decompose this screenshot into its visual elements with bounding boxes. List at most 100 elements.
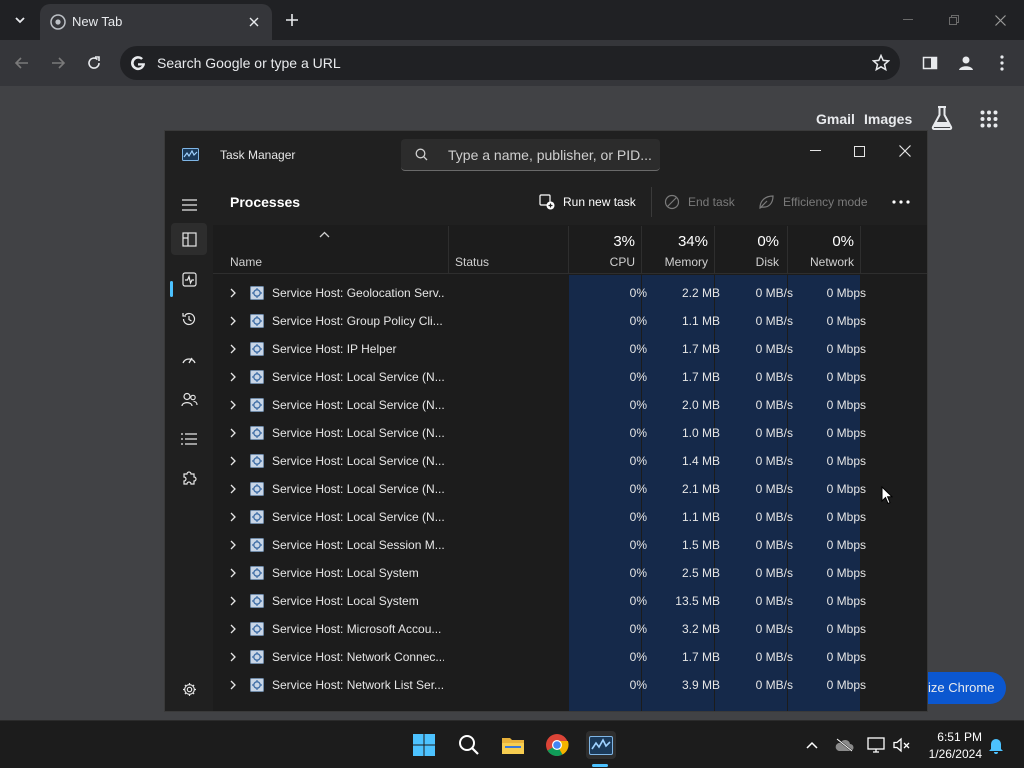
network-tray-button[interactable] <box>866 735 886 755</box>
omnibox[interactable]: Search Google or type a URL <box>120 46 900 80</box>
tab-new-tab[interactable]: New Tab <box>40 4 272 40</box>
process-name: Service Host: Group Policy Cli... <box>272 314 443 328</box>
clock-time[interactable]: 6:51 PM <box>930 730 982 744</box>
expand-chevron-icon[interactable] <box>230 596 236 606</box>
images-link[interactable]: Images <box>864 111 912 127</box>
column-header-disk[interactable]: 0% Disk <box>715 226 787 274</box>
process-memory: 1.1 MB <box>681 314 720 328</box>
end-task-button[interactable]: End task <box>664 190 735 214</box>
close-tab-icon[interactable] <box>244 12 264 32</box>
notifications-button[interactable] <box>986 735 1006 755</box>
task-manager-taskbar-button[interactable] <box>586 731 616 759</box>
bell-icon <box>989 738 1003 754</box>
expand-chevron-icon[interactable] <box>230 428 236 438</box>
taskbar-search-button[interactable] <box>455 731 483 759</box>
expand-chevron-icon[interactable] <box>230 540 236 550</box>
side-panel-button[interactable] <box>918 51 942 75</box>
back-button[interactable] <box>10 51 34 75</box>
nav-item-performance[interactable] <box>171 263 207 295</box>
restore-button[interactable] <box>942 8 966 32</box>
bookmark-star-icon[interactable] <box>872 54 890 72</box>
process-network: 0 Mbps <box>826 370 866 384</box>
column-header-name[interactable]: Name <box>213 226 448 274</box>
tab-search-button[interactable] <box>8 8 32 32</box>
table-row[interactable]: Service Host: Microsoft Accou... 0% 3.2 MB… <box>213 615 927 643</box>
service-host-icon <box>250 342 264 356</box>
nav-item-services[interactable] <box>171 463 207 495</box>
onedrive-tray-button[interactable] <box>834 735 854 755</box>
table-row[interactable]: Service Host: Local Service (N... 0% 1.0 M… <box>213 419 927 447</box>
process-memory: 1.4 MB <box>681 454 720 468</box>
tm-close-button[interactable] <box>889 137 921 165</box>
google-apps-icon[interactable] <box>980 110 998 128</box>
expand-chevron-icon[interactable] <box>230 456 236 466</box>
file-explorer-button[interactable] <box>499 731 527 759</box>
tm-maximize-button[interactable] <box>843 137 875 165</box>
table-row[interactable]: Service Host: Local Service (N... 0% 1.7 M… <box>213 363 927 391</box>
volume-tray-button[interactable] <box>892 735 912 755</box>
run-new-task-button[interactable]: Run new task <box>539 190 636 214</box>
chevron-up-icon <box>806 741 818 749</box>
expand-chevron-icon[interactable] <box>230 372 236 382</box>
task-manager-titlebar[interactable]: Task Manager Type a name, publisher, or … <box>165 131 927 179</box>
expand-chevron-icon[interactable] <box>230 400 236 410</box>
process-memory: 1.1 MB <box>681 510 720 524</box>
chrome-menu-button[interactable] <box>990 51 1014 75</box>
nav-item-details[interactable] <box>171 423 207 455</box>
expand-chevron-icon[interactable] <box>230 512 236 522</box>
table-row[interactable]: Service Host: Local Service (N... 0% 1.4 M… <box>213 447 927 475</box>
windows-logo-icon <box>413 734 435 756</box>
nav-item-processes[interactable] <box>171 223 207 255</box>
close-window-button[interactable] <box>988 8 1012 32</box>
tm-minimize-button[interactable] <box>799 137 831 165</box>
nav-item-settings[interactable] <box>171 673 207 705</box>
nav-item-app-history[interactable] <box>171 303 207 335</box>
process-name: Service Host: Network List Ser... <box>272 678 444 692</box>
more-options-button[interactable] <box>885 190 917 214</box>
expand-chevron-icon[interactable] <box>230 344 236 354</box>
chrome-taskbar-button[interactable] <box>543 731 571 759</box>
start-button[interactable] <box>410 731 438 759</box>
process-disk: 0 MB/s <box>755 454 793 468</box>
expand-chevron-icon[interactable] <box>230 316 236 326</box>
efficiency-mode-button[interactable]: Efficiency mode <box>758 190 868 214</box>
table-row[interactable]: Service Host: Group Policy Cli... 0% 1.1 M… <box>213 307 927 335</box>
table-row[interactable]: Service Host: IP Helper 0% 1.7 MB 0 MB/s 0 M… <box>213 335 927 363</box>
column-header-status[interactable]: Status <box>449 226 567 274</box>
new-tab-button[interactable] <box>282 10 302 30</box>
expand-chevron-icon[interactable] <box>230 568 236 578</box>
gmail-link[interactable]: Gmail <box>816 111 855 127</box>
column-header-cpu[interactable]: 3% CPU <box>569 226 641 274</box>
hamburger-menu-button[interactable] <box>171 189 207 221</box>
nav-item-startup-apps[interactable] <box>171 343 207 375</box>
table-row[interactable]: Service Host: Network Connec... 0% 1.7 MB 0… <box>213 643 927 671</box>
expand-chevron-icon[interactable] <box>230 624 236 634</box>
show-hidden-icons-button[interactable] <box>802 735 822 755</box>
history-icon <box>182 312 196 326</box>
nav-item-users[interactable] <box>171 383 207 415</box>
table-row[interactable]: Service Host: Geolocation Serv... 0% 2.2 M… <box>213 279 927 307</box>
table-row[interactable]: Service Host: Local Service (N... 0% 2.0 M… <box>213 391 927 419</box>
column-header-network[interactable]: 0% Network <box>788 226 860 274</box>
forward-button[interactable] <box>46 51 70 75</box>
table-row[interactable]: Service Host: Network List Ser... 0% 3.9 M… <box>213 671 927 699</box>
table-row[interactable]: Service Host: Local System 0% 2.5 MB 0 MB/s… <box>213 559 927 587</box>
column-header-memory[interactable]: 34% Memory <box>642 226 714 274</box>
minimize-button[interactable] <box>896 8 920 32</box>
service-host-icon <box>250 538 264 552</box>
side-panel-icon <box>922 56 938 70</box>
table-row[interactable]: Service Host: Local Session M... 0% 1.5 MB… <box>213 531 927 559</box>
process-search-input[interactable]: Type a name, publisher, or PID... <box>401 139 660 171</box>
expand-chevron-icon[interactable] <box>230 484 236 494</box>
arrow-right-icon <box>52 57 66 69</box>
clock-date[interactable]: 1/26/2024 <box>920 747 982 761</box>
expand-chevron-icon[interactable] <box>230 288 236 298</box>
table-row[interactable]: Service Host: Local System 0% 13.5 MB 0 MB/… <box>213 587 927 615</box>
expand-chevron-icon[interactable] <box>230 680 236 690</box>
labs-flask-icon[interactable] <box>931 106 953 130</box>
expand-chevron-icon[interactable] <box>230 652 236 662</box>
reload-button[interactable] <box>82 51 106 75</box>
profile-button[interactable] <box>954 51 978 75</box>
table-row[interactable]: Service Host: Local Service (N... 0% 1.1 M… <box>213 503 927 531</box>
table-row[interactable]: Service Host: Local Service (N... 0% 2.1 M… <box>213 475 927 503</box>
